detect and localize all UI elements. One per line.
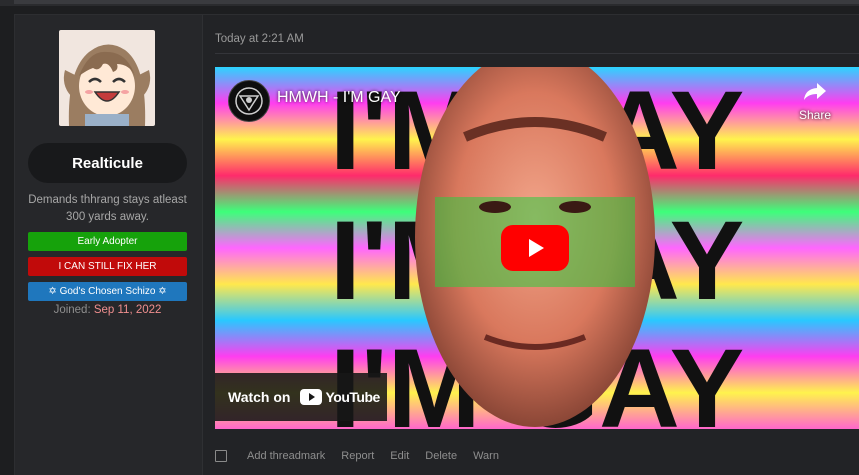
post-actions: Add threadmark Report Edit Delete Warn	[215, 448, 515, 464]
top-bar-left	[14, 0, 202, 4]
user-title: Demands thhrang stays atleast 300 yards …	[28, 194, 187, 223]
warn-link[interactable]: Warn	[473, 450, 499, 462]
watch-on-youtube-button[interactable]: Watch on YouTube	[215, 373, 387, 421]
joined-date: Sep 11, 2022	[93, 304, 162, 316]
play-button[interactable]	[501, 225, 569, 271]
divider	[215, 53, 859, 54]
report-link[interactable]: Report	[341, 450, 374, 462]
select-post-checkbox[interactable]	[215, 450, 227, 462]
top-bar	[0, 0, 859, 6]
share-arrow-icon	[804, 83, 826, 100]
channel-emblem-icon	[235, 87, 263, 115]
share-button[interactable]: Share	[785, 81, 845, 122]
delete-link[interactable]: Delete	[425, 450, 457, 462]
top-bar-right	[202, 0, 859, 4]
youtube-text: YouTube	[325, 389, 380, 405]
forum-post: Realticule Demands thhrang stays atleast…	[14, 14, 859, 475]
play-icon	[529, 239, 544, 257]
joined-info: Joined: Sep 11, 2022	[28, 304, 187, 316]
joined-label: Joined:	[53, 304, 91, 316]
youtube-embed[interactable]: I'M GAY I'M GAY I'M GAY HMWH - I'M GAY	[215, 67, 859, 429]
youtube-logo: YouTube	[300, 389, 380, 405]
banner-early-adopter: Early Adopter	[28, 232, 187, 251]
watch-on-label: Watch on	[228, 389, 291, 405]
banner-fix-her: I CAN STILL FIX HER	[28, 257, 187, 276]
message-content: Today at 2:21 AM I'M I'M I'M GAY HMWH - …	[203, 15, 859, 475]
add-threadmark-link[interactable]: Add threadmark	[247, 450, 325, 462]
youtube-logo-icon	[300, 389, 323, 405]
share-label: Share	[798, 108, 832, 122]
banner-chosen-schizo: ✡ God's Chosen Schizo ✡	[28, 282, 187, 301]
edit-link[interactable]: Edit	[390, 450, 409, 462]
channel-logo-icon[interactable]	[228, 80, 270, 122]
post-timestamp[interactable]: Today at 2:21 AM	[215, 33, 304, 45]
user-info-panel: Realticule Demands thhrang stays atleast…	[15, 15, 203, 475]
video-title[interactable]: HMWH - I'M GAY	[277, 89, 401, 107]
anime-girl-avatar-icon	[59, 30, 155, 126]
username[interactable]: Realticule	[28, 143, 187, 183]
avatar[interactable]	[59, 30, 155, 126]
